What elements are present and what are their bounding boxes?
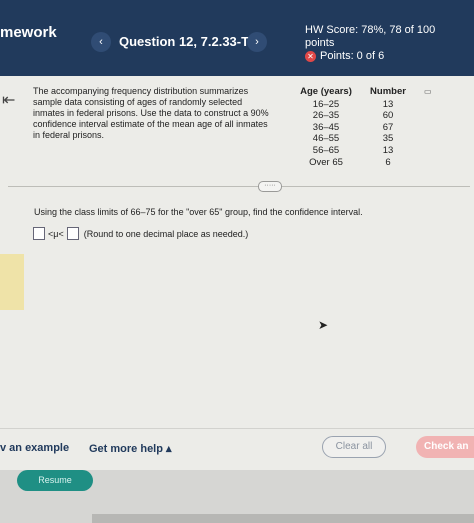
- number-header: Number: [370, 86, 406, 97]
- check-answer-button[interactable]: Check an: [416, 436, 474, 458]
- x-circle-icon: ✕: [305, 50, 316, 62]
- expand-more-button[interactable]: ·····: [258, 181, 282, 192]
- table-cell: 35: [382, 133, 394, 145]
- mouse-cursor-icon: ➤: [318, 318, 329, 332]
- view-example-link[interactable]: v an example: [0, 442, 69, 454]
- points-text: Points: 0 of 6: [320, 50, 385, 62]
- collapse-arrow-icon[interactable]: ⇤: [2, 90, 15, 110]
- divider: [8, 186, 470, 187]
- footer-bar: [0, 428, 474, 467]
- points-status: ✕ Points: 0 of 6: [305, 50, 384, 62]
- table-row: Over 65: [309, 156, 343, 168]
- table-row: 56–65: [312, 144, 340, 156]
- problem-description: The accompanying frequency distribution …: [33, 86, 269, 140]
- chevron-right-icon: ›: [255, 36, 259, 48]
- upper-bound-input[interactable]: [66, 227, 79, 240]
- hw-score-line2: points: [305, 37, 335, 49]
- table-row: 16–25: [312, 98, 340, 110]
- inequality-text: <μ<: [48, 228, 64, 239]
- table-cell: 6: [385, 156, 391, 168]
- sidebar-highlight: [0, 254, 24, 310]
- age-column: Age (years) 16–25 26–35 36–45 46–55 56–6…: [296, 86, 356, 168]
- hw-score: HW Score: 78%, 78 of 100 points: [305, 24, 435, 50]
- table-cell: 67: [382, 121, 394, 133]
- copy-data-icon[interactable]: ▭: [424, 87, 432, 96]
- chevron-left-icon: ‹: [99, 36, 103, 48]
- hw-score-line1: HW Score: 78%, 78 of 100: [305, 24, 436, 36]
- dock-strip: [92, 514, 474, 523]
- brand-title: mework: [0, 24, 57, 41]
- instruction-text: Using the class limits of 66–75 for the …: [34, 207, 363, 217]
- answer-row: <μ< (Round to one decimal place as neede…: [33, 227, 248, 240]
- next-question-button[interactable]: ›: [247, 32, 267, 52]
- question-title: Question 12, 7.2.33-T: [119, 34, 250, 49]
- table-row: 26–35: [312, 110, 340, 122]
- age-header: Age (years): [300, 86, 352, 97]
- table-cell: 13: [382, 98, 394, 110]
- clear-all-button[interactable]: Clear all: [322, 436, 386, 458]
- table-row: 46–55: [312, 133, 340, 145]
- table-cell: 13: [382, 144, 394, 156]
- table-cell: 60: [382, 110, 394, 122]
- prev-question-button[interactable]: ‹: [91, 32, 111, 52]
- resume-button[interactable]: Resume: [17, 470, 93, 491]
- lower-bound-input[interactable]: [33, 227, 45, 240]
- rounding-hint: (Round to one decimal place as needed.): [83, 228, 249, 239]
- get-more-help-button[interactable]: Get more help ▴: [89, 442, 172, 455]
- header-bar: mework ‹ Question 12, 7.2.33-T › HW Scor…: [0, 0, 474, 76]
- table-row: 36–45: [312, 121, 340, 133]
- number-column: Number 13 60 67 35 13 6: [366, 86, 410, 168]
